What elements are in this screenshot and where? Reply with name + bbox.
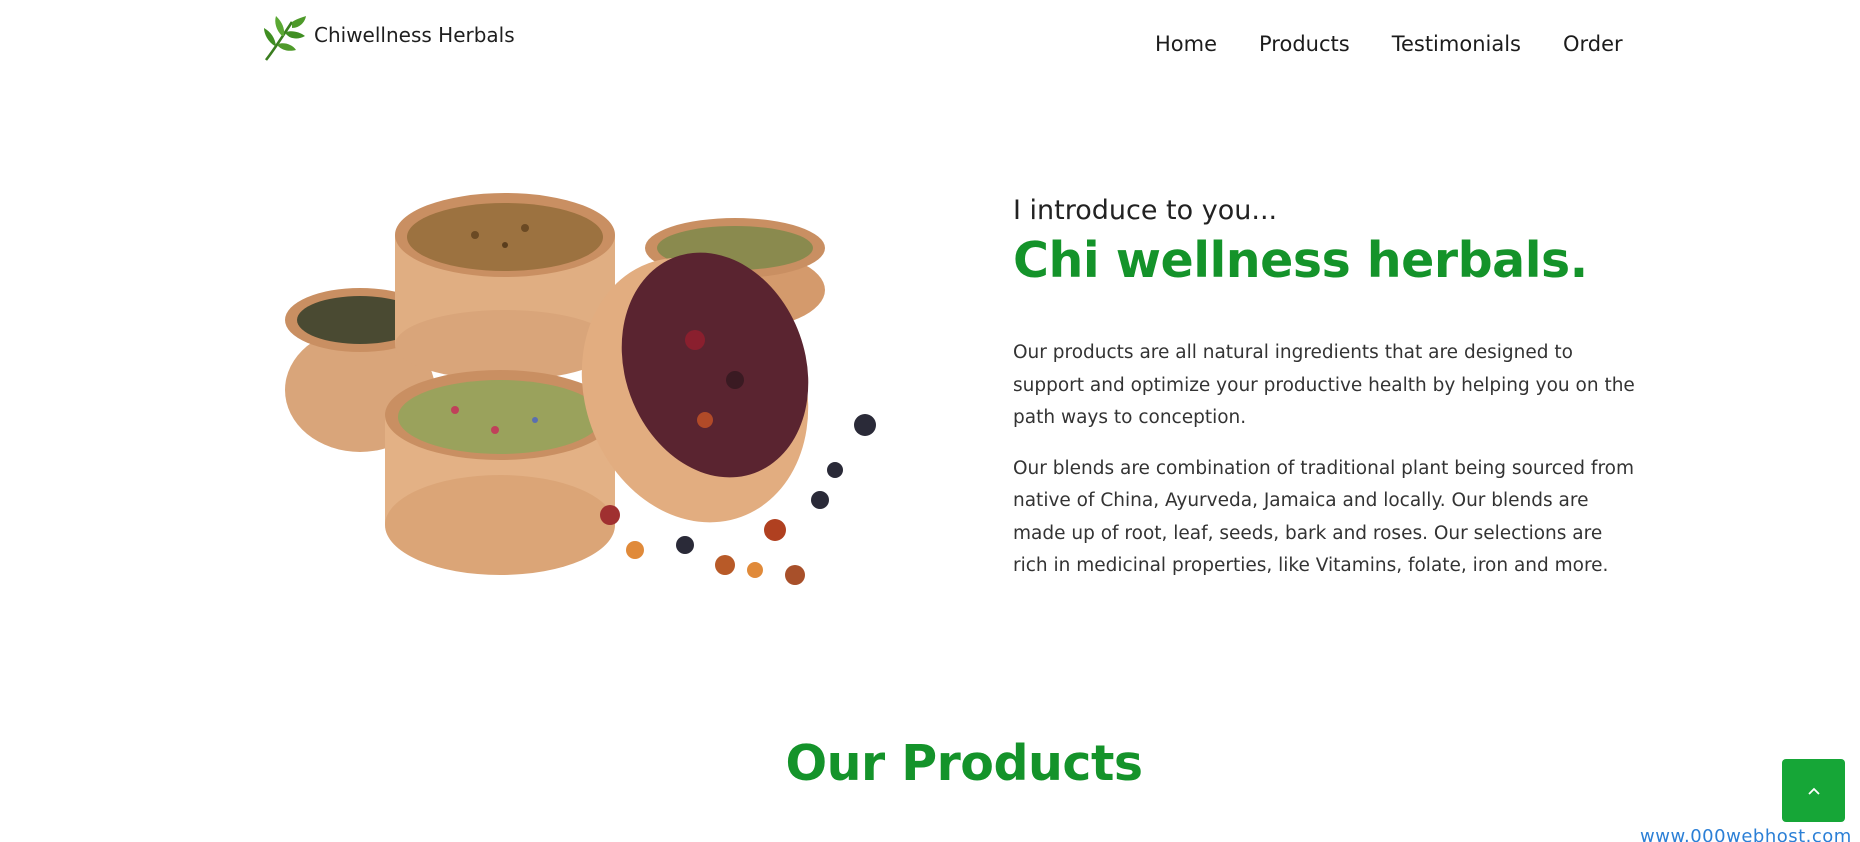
site-header: Chiwellness Herbals Home Products Testim… — [0, 0, 1860, 90]
hero-paragraph-1: Our products are all natural ingredients… — [1013, 342, 1635, 428]
nav-home[interactable]: Home — [1155, 32, 1217, 56]
brand[interactable]: Chiwellness Herbals — [258, 14, 515, 64]
hero-headline: Chi wellness herbals. — [1013, 232, 1588, 289]
nav-testimonials[interactable]: Testimonials — [1392, 32, 1521, 56]
main-nav: Home Products Testimonials Order — [1155, 32, 1623, 56]
back-to-top-button[interactable] — [1782, 759, 1845, 822]
hero-paragraph-2: Our blends are combination of traditiona… — [1013, 457, 1634, 577]
products-section-title: Our Products — [785, 735, 1143, 792]
hero-intro: I introduce to you... — [1013, 195, 1278, 226]
host-watermark[interactable]: www.000webhost.com — [1640, 826, 1860, 842]
hero-text: I introduce to you... Chi wellness herba… — [1013, 195, 1638, 583]
brand-name: Chiwellness Herbals — [314, 23, 515, 47]
nav-products[interactable]: Products — [1259, 32, 1350, 56]
chevron-up-icon — [1807, 787, 1820, 795]
herbal-bowls-image — [285, 193, 876, 585]
nav-order[interactable]: Order — [1563, 32, 1623, 56]
leaf-sprig-icon — [264, 16, 306, 61]
